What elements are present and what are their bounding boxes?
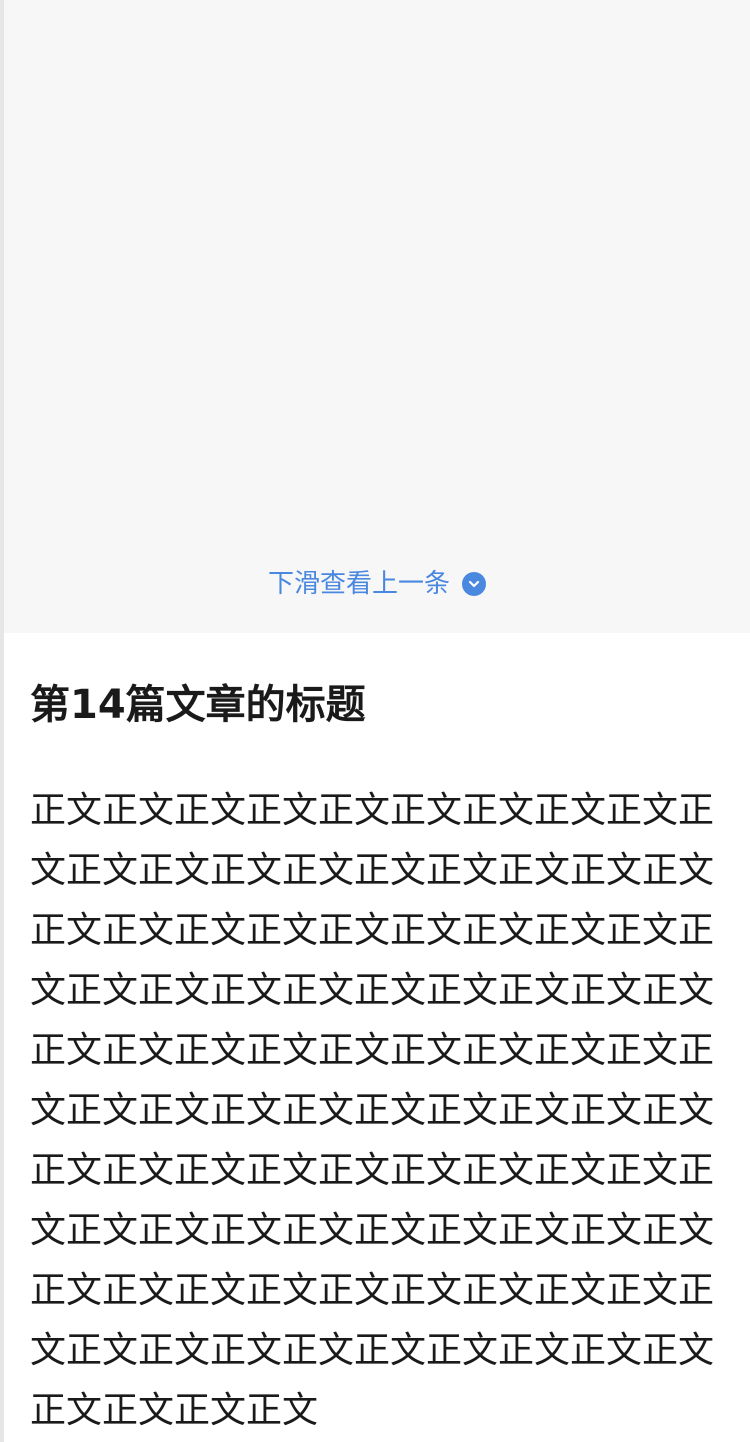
article-body: 正文正文正文正文正文正文正文正文正文正文正文正文正文正文正文正文正文正文正文正文…: [30, 790, 715, 1431]
article-page: 下滑查看上一条 第14篇文章的标题 正文正文正文正文正文正文正文正文正文正文正文…: [0, 0, 750, 1442]
pull-to-previous-area[interactable]: 下滑查看上一条: [4, 0, 750, 633]
pull-previous-label: 下滑查看上一条: [267, 569, 450, 599]
chevron-down-circle-icon: [462, 572, 486, 596]
pull-previous-hint[interactable]: 下滑查看上一条: [4, 566, 750, 602]
article-content: 第14篇文章的标题 正文正文正文正文正文正文正文正文正文正文正文正文正文正文正文…: [30, 633, 720, 1441]
article-title: 第14篇文章的标题: [30, 682, 366, 728]
